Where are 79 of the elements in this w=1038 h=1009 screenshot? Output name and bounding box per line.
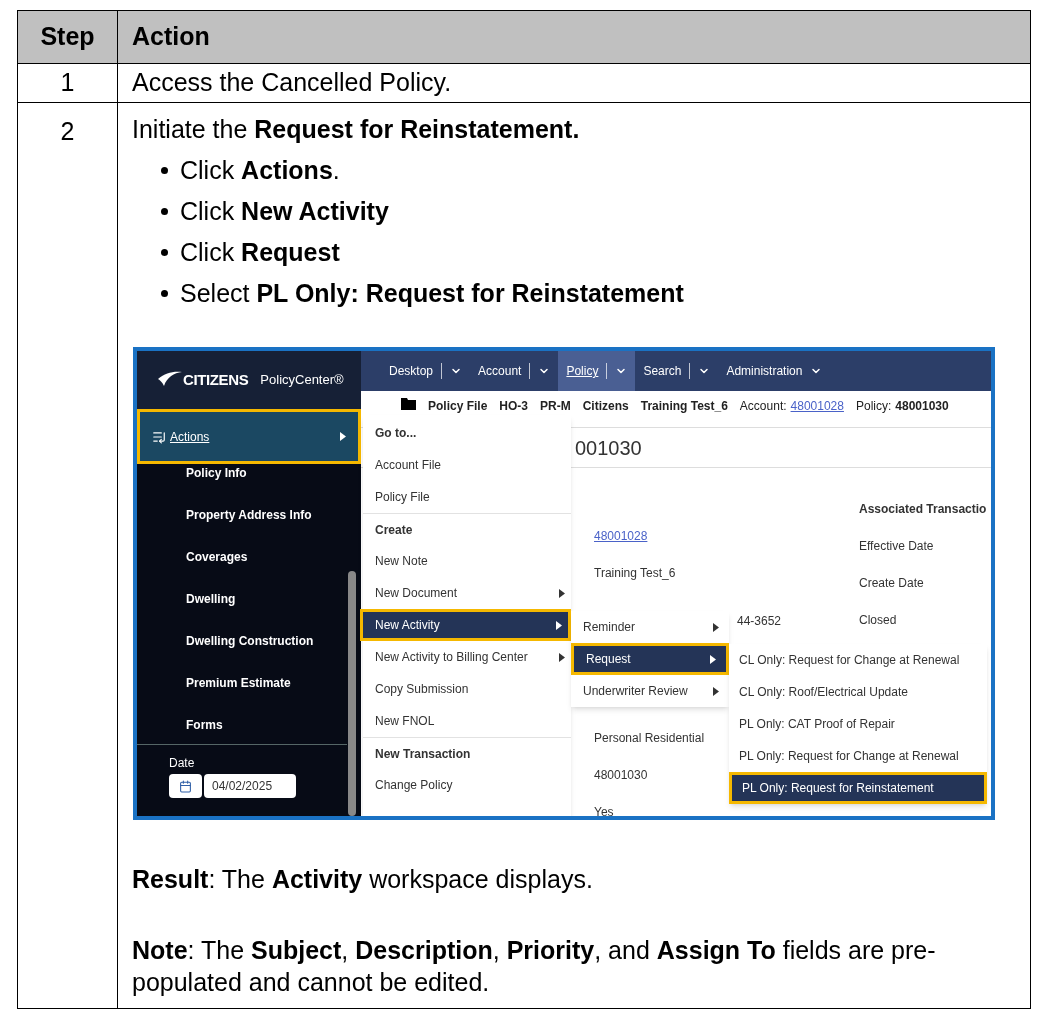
menu-item[interactable]: Copy Submission: [363, 673, 571, 705]
step-text: Initiate the Request for Reinstatement.: [132, 114, 581, 145]
nav-tab[interactable]: Desktop: [381, 351, 471, 391]
note-text: Note: The Subject, Description, Priority, and Assign To fields are pre-populated and cannot be edited.: [132, 935, 937, 998]
bullet-text: Select PL Only: Request for Reinstatement: [180, 277, 684, 309]
menu-heading: New Transaction: [363, 737, 571, 769]
field-label: Effective Date: [859, 537, 934, 555]
sidebar-item[interactable]: Property Address Info: [186, 508, 312, 522]
actions-button[interactable]: Actions: [137, 409, 361, 464]
menu-item[interactable]: Underwriter Review: [571, 675, 729, 707]
sidebar-item[interactable]: Policy Info: [186, 466, 247, 480]
bullet-icon: [161, 290, 168, 297]
field-value: 48001030: [594, 766, 648, 784]
date-label: Date: [169, 755, 196, 772]
page-title: 001030: [575, 435, 642, 461]
menu-item[interactable]: New Activity to Billing Center: [363, 641, 571, 673]
bullet-icon: [161, 249, 168, 256]
column-header: Action: [118, 11, 1030, 64]
folder-icon: [401, 398, 416, 410]
bullet-text: Click Request: [180, 236, 340, 268]
menu-item[interactable]: Request: [571, 643, 729, 675]
menu-item[interactable]: Reminder: [571, 611, 729, 643]
menu-item[interactable]: PL Only: Request for Reinstatement: [729, 772, 987, 804]
column-header: Step: [18, 11, 118, 64]
info-text: Policy File: [428, 398, 488, 415]
menu-item[interactable]: Account File: [363, 449, 571, 481]
info-text: HO-3: [499, 398, 529, 415]
field-value: 44-3652: [737, 612, 782, 630]
menu-item[interactable]: PL Only: Request for Change at Renewal: [729, 740, 987, 772]
bullet-icon: [161, 208, 168, 215]
menu-item[interactable]: Change Policy: [363, 769, 571, 801]
menu-item[interactable]: New Document: [363, 577, 571, 609]
field-value: Yes: [594, 803, 614, 816]
logo-wordmark: CITIZENS: [183, 369, 249, 390]
account-label: Account:: [739, 398, 787, 415]
menu-item[interactable]: New FNOL: [363, 705, 571, 737]
sidebar-item[interactable]: Coverages: [186, 550, 248, 564]
menu-item[interactable]: CL Only: Request for Change at Renewal: [729, 644, 987, 676]
account-link[interactable]: 48001028: [594, 526, 648, 545]
sidebar-item[interactable]: Premium Estimate: [186, 676, 291, 690]
account-link[interactable]: 48001028: [790, 397, 844, 415]
calendar-button[interactable]: [169, 774, 202, 798]
bullet-text: Click New Activity: [180, 195, 389, 227]
sidebar-item[interactable]: Dwelling Construction: [186, 634, 314, 648]
bullet-icon: [161, 167, 168, 174]
scrollbar[interactable]: [348, 571, 356, 816]
sidebar-item[interactable]: Dwelling: [186, 592, 236, 606]
bullet-text: Click Actions.: [180, 154, 340, 186]
list-icon: [152, 429, 166, 444]
menu-item[interactable]: New Note: [363, 545, 571, 577]
menu-heading: Create: [363, 513, 571, 545]
section-heading: Associated Transactio: [859, 500, 987, 518]
step-number: 1: [18, 64, 118, 103]
info-text: Citizens: [582, 398, 629, 415]
info-text: PR-M: [540, 398, 571, 415]
caret-icon: [340, 432, 346, 441]
field-label: Closed: [859, 611, 897, 629]
field-value: Personal Residential: [594, 729, 705, 747]
field-label: Create Date: [859, 574, 924, 592]
date-field[interactable]: 04/02/2025: [204, 774, 296, 798]
step-number: 2: [60, 116, 75, 147]
menu-item[interactable]: PL Only: CAT Proof of Repair: [729, 708, 987, 740]
policy-number: 48001030: [895, 398, 949, 415]
policy-label: Policy:: [855, 398, 892, 415]
menu-item[interactable]: Policy File: [363, 481, 571, 513]
sidebar-item[interactable]: Forms: [186, 718, 223, 732]
product-name: PolicyCenter®: [260, 371, 344, 390]
step-text: Access the Cancelled Policy.: [118, 64, 1030, 103]
nav-tab[interactable]: Account: [470, 351, 559, 391]
nav-tab[interactable]: Search: [635, 351, 719, 391]
nav-tab[interactable]: Administration: [718, 351, 831, 391]
calendar-icon: [179, 779, 192, 793]
result-text: Result: The Activity workspace displays.: [132, 864, 594, 894]
menu-item[interactable]: CL Only: Roof/Electrical Update: [729, 676, 987, 708]
nav-tab[interactable]: Policy: [558, 351, 636, 391]
info-text: Training Test_6: [640, 398, 728, 415]
menu-item[interactable]: New Activity: [360, 609, 571, 641]
menu-heading: Go to...: [374, 425, 418, 442]
field-value: Training Test_6: [594, 564, 676, 582]
